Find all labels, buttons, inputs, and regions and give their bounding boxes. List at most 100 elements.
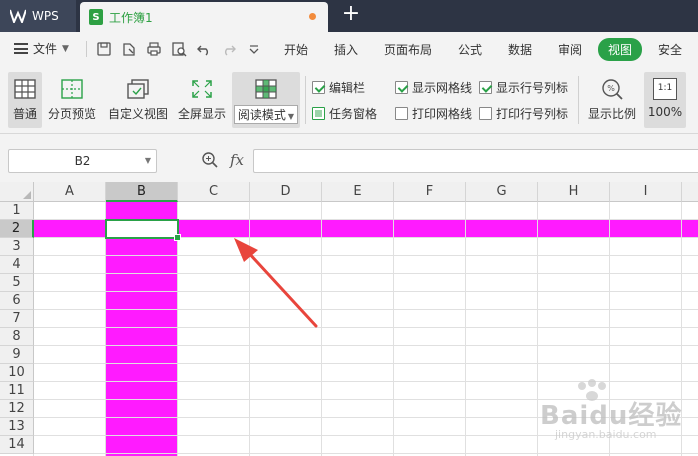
menu-review[interactable]: 审阅 [558, 41, 582, 58]
checkbox-checked-icon [312, 81, 325, 94]
row-header-6[interactable]: 6 [0, 292, 34, 310]
customize-dropdown-icon[interactable] [246, 41, 262, 57]
zoom-100-button[interactable]: 1:1 100% [644, 72, 686, 128]
row-header-13[interactable]: 13 [0, 418, 34, 436]
row-gridline [34, 309, 698, 310]
full-screen-button[interactable]: 全屏显示 [176, 72, 228, 128]
column-header-partial[interactable] [682, 182, 698, 202]
menu-security[interactable]: 安全 [658, 41, 682, 58]
divider [86, 41, 87, 57]
column-header-i[interactable]: I [610, 182, 682, 202]
column-header-g[interactable]: G [466, 182, 538, 202]
row-header-10[interactable]: 10 [0, 364, 34, 382]
menu-home[interactable]: 开始 [284, 41, 308, 58]
show-headings-label: 显示行号列标 [496, 81, 569, 95]
column-header-d[interactable]: D [250, 182, 322, 202]
active-cell-b2[interactable] [105, 219, 181, 241]
menu-bar: 文件 ▼ 开始 插入 页面布局 公式 数据 审阅 视图 安全 [0, 32, 698, 66]
normal-view-label: 普通 [12, 107, 37, 121]
row-header-14[interactable]: 14 [0, 436, 34, 454]
wps-logo-icon [10, 9, 26, 23]
row-header-2[interactable]: 2 [0, 220, 34, 238]
checkbox-checked-icon [479, 81, 492, 94]
unsaved-indicator [309, 13, 316, 20]
row-header-3[interactable]: 3 [0, 238, 34, 256]
export-icon[interactable] [121, 41, 137, 57]
chevron-down-icon: ▼ [287, 112, 295, 121]
row-header-1[interactable]: 1 [0, 202, 34, 220]
redo-icon[interactable] [221, 41, 237, 57]
custom-view-label: 自定义视图 [107, 107, 168, 121]
search-function-icon[interactable] [201, 151, 219, 169]
print-headings-checkbox[interactable]: 打印行号列标 [479, 105, 568, 122]
row-header-5[interactable]: 5 [0, 274, 34, 292]
full-screen-label: 全屏显示 [177, 107, 226, 121]
row-header-11[interactable]: 11 [0, 382, 34, 400]
menu-insert[interactable]: 插入 [334, 41, 358, 58]
normal-view-button[interactable]: 普通 [8, 72, 42, 128]
page-break-preview-label: 分页预览 [47, 107, 96, 121]
edit-bar-label: 编辑栏 [329, 81, 366, 95]
show-gridlines-label: 显示网格线 [412, 81, 473, 95]
show-gridlines-checkbox[interactable]: 显示网格线 [395, 79, 472, 96]
column-header-h[interactable]: H [538, 182, 610, 202]
chevron-down-icon: ▼ [144, 156, 151, 165]
print-preview-icon[interactable] [171, 41, 187, 57]
reading-mode-label: 阅读模式 ▼ [233, 105, 299, 124]
checkbox-unchecked-icon [395, 107, 408, 120]
column-header-b[interactable]: B [106, 182, 178, 202]
reading-mode-button[interactable]: 阅读模式 ▼ [232, 72, 300, 128]
svg-text:%: % [607, 84, 615, 93]
row-gridline [34, 363, 698, 364]
column-header-c[interactable]: C [178, 182, 250, 202]
edit-bar-checkbox[interactable]: 编辑栏 [312, 79, 365, 96]
document-title: 工作簿1 [109, 10, 153, 25]
row-header-12[interactable]: 12 [0, 400, 34, 418]
select-all-corner[interactable] [0, 182, 34, 202]
row-gridline [34, 273, 698, 274]
menu-data[interactable]: 数据 [508, 41, 532, 58]
task-pane-checkbox[interactable]: 任务窗格 [312, 105, 377, 122]
watermark-url: jingyan.baidu.com [555, 428, 657, 441]
task-pane-label: 任务窗格 [329, 107, 378, 121]
column-header-f[interactable]: F [394, 182, 466, 202]
one-to-one-icon: 1:1 [653, 78, 677, 100]
task-pane-icon [312, 107, 325, 120]
column-header-a[interactable]: A [34, 182, 106, 202]
checkbox-unchecked-icon [479, 107, 492, 120]
menu-formulas[interactable]: 公式 [458, 41, 482, 58]
document-tab[interactable]: S 工作簿1 [80, 2, 328, 32]
show-headings-checkbox[interactable]: 显示行号列标 [479, 79, 568, 96]
row-header-9[interactable]: 9 [0, 346, 34, 364]
column-header-e[interactable]: E [322, 182, 394, 202]
new-tab-plus-icon[interactable]: + [340, 3, 362, 26]
zoom-label: 显示比例 [587, 107, 636, 121]
custom-view-button[interactable]: 自定义视图 [106, 72, 170, 128]
full-screen-icon [192, 80, 212, 98]
wps-home-tab[interactable]: WPS [0, 0, 76, 32]
spreadsheet-icon: S [89, 9, 103, 25]
print-icon[interactable] [146, 41, 162, 57]
formula-bar: B2 ▼ fx [0, 134, 698, 182]
row-header-4[interactable]: 4 [0, 256, 34, 274]
save-icon[interactable] [96, 41, 112, 57]
name-box[interactable]: B2 ▼ [8, 149, 157, 173]
row-gridline [34, 291, 698, 292]
row-header-8[interactable]: 8 [0, 328, 34, 346]
menu-page-layout[interactable]: 页面布局 [384, 41, 432, 58]
cell-reference: B2 [74, 154, 91, 168]
undo-icon[interactable] [196, 41, 212, 57]
title-bar: WPS S 工作簿1 + [0, 0, 698, 32]
page-break-icon [61, 79, 83, 99]
zoom-button[interactable]: % 显示比例 [586, 72, 638, 128]
formula-input[interactable] [253, 149, 698, 173]
page-break-preview-button[interactable]: 分页预览 [46, 72, 98, 128]
file-menu[interactable]: 文件 ▼ [14, 40, 69, 57]
print-gridlines-checkbox[interactable]: 打印网格线 [395, 105, 472, 122]
grid-icon [14, 79, 36, 99]
fx-icon[interactable]: fx [230, 151, 244, 169]
red-arrow-annotation [234, 238, 318, 328]
row-header-7[interactable]: 7 [0, 310, 34, 328]
row-gridline [34, 327, 698, 328]
menu-view[interactable]: 视图 [598, 38, 643, 61]
